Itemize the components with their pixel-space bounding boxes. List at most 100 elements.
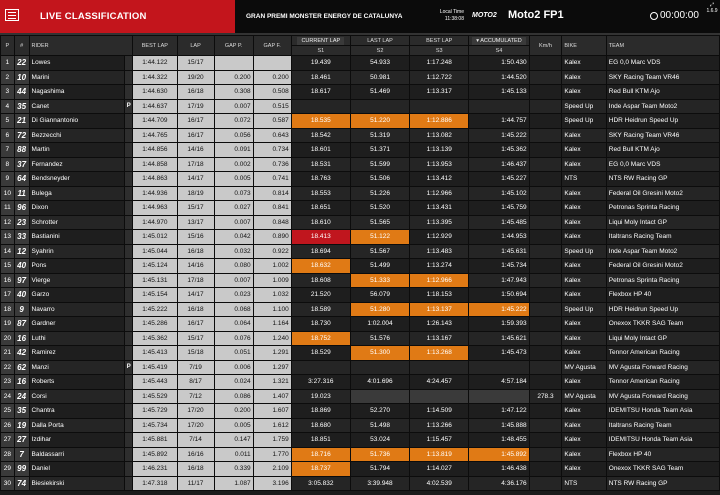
cell-lap-count: 18/19 (176, 185, 215, 201)
cell-best-lap: 1:44.858 (132, 156, 178, 172)
table-row[interactable]: 4 35 Canet P 1:44.637 17/19 0.007 0.515 Speed Up… (0, 98, 720, 114)
cell-lap-count: 7/14 (176, 432, 215, 448)
tab-best-lap[interactable]: BEST LAP (409, 35, 470, 46)
cell-bike: Kalex (561, 330, 607, 346)
cell-gap-previous: 0.007 (213, 214, 254, 230)
cell-gap-first: 1.291 (252, 345, 292, 361)
cell-speed (528, 214, 563, 230)
cell-sector-4: 1:45.222 (468, 127, 530, 143)
table-row[interactable]: 9 64 Bendsneyder 1:44.863 14/17 0.005 0.741 18.… (0, 171, 720, 187)
cell-gap-first: 1.770 (252, 446, 292, 462)
table-row[interactable]: 30 74 Biesiekirski 1:47.318 11/17 1.087 3.196 3… (0, 475, 720, 491)
table-row[interactable]: 22 62 Manzi P 1:45.419 7/19 0.006 1.297 MV Agust… (0, 359, 720, 375)
table-row[interactable]: 19 87 Gardner 1:45.286 16/17 0.064 1.164 18.730… (0, 316, 720, 332)
cell-sector-3: 1:12.886 (409, 113, 470, 129)
cell-speed (528, 345, 563, 361)
cell-team: Red Bull KTM Ajo (605, 142, 720, 158)
tab-last-lap[interactable]: LAST LAP (349, 35, 411, 46)
cell-pit-flag (123, 388, 134, 404)
cell-sector-3: 1:13.274 (409, 258, 470, 274)
table-row[interactable]: 5 21 Di Giannantonio 1:44.709 16/17 0.072 0.58… (0, 113, 720, 129)
cell-lap-count: 16/18 (176, 243, 215, 259)
cell-gap-first: 1.297 (252, 359, 292, 375)
table-row[interactable]: 10 11 Bulega 1:44.936 18/19 0.073 0.814 18.553 5… (0, 185, 720, 201)
cell-rider-name: Navarro (28, 301, 125, 317)
table-row[interactable]: 18 9 Navarro 1:45.222 16/18 0.068 1.100 18.589 5… (0, 301, 720, 317)
cell-bike: Kalex (561, 127, 607, 143)
cell-rider-name: Canet (28, 98, 125, 114)
table-row[interactable]: 11 96 Dixon 1:44.963 15/17 0.027 0.841 18.651 51… (0, 200, 720, 216)
cell-gap-previous: 0.007 (213, 272, 254, 288)
cell-rider-number: 16 (13, 330, 30, 346)
cell-best-lap: 1:45.413 (132, 345, 178, 361)
cell-sector-2: 51.333 (349, 272, 411, 288)
accumulated-select[interactable]: ▾ ACCUMULATED (468, 35, 530, 46)
cell-lap-count: 17/20 (176, 403, 215, 419)
cell-sector-3: 1:12.966 (409, 185, 470, 201)
cell-best-lap: 1:45.012 (132, 229, 178, 245)
table-row[interactable]: 16 97 Vierge 1:45.131 17/18 0.007 1.009 18.608 5… (0, 272, 720, 288)
table-row[interactable]: 27 27 Izdihar 1:45.881 7/14 0.147 1.759 18.851 5… (0, 432, 720, 448)
cell-gap-previous: 0.200 (213, 69, 254, 85)
cell-pit-flag (123, 403, 134, 419)
cell-lap-count: 16/17 (176, 316, 215, 332)
cell-gap-first: 1.240 (252, 330, 292, 346)
table-row[interactable]: 1 22 Lowes 1:44.122 15/17 19.439 54.933 1:17.24… (0, 55, 720, 71)
menu-icon[interactable] (5, 9, 19, 21)
table-row[interactable]: 29 99 Daniel 1:46.231 16/18 0.339 2.109 18.737 5… (0, 461, 720, 477)
table-row[interactable]: 13 33 Bastianini 1:45.012 15/16 0.042 0.890 18.… (0, 229, 720, 245)
table-row[interactable]: 25 35 Chantra 1:45.729 17/20 0.200 1.607 18.869… (0, 403, 720, 419)
cell-pit-flag (123, 229, 134, 245)
cell-speed (528, 475, 563, 491)
cell-lap-count: 15/17 (176, 330, 215, 346)
table-row[interactable]: 26 19 Dalla Porta 1:45.734 17/20 0.005 1.612 18… (0, 417, 720, 433)
cell-sector-1: 18.694 (290, 243, 351, 259)
cell-lap-count: 19/20 (176, 69, 215, 85)
table-row[interactable]: 28 7 Baldassarri 1:45.892 16/16 0.011 1.770 18.… (0, 446, 720, 462)
cell-lap-count: 16/16 (176, 446, 215, 462)
cell-rider-number: 19 (13, 417, 30, 433)
cell-gap-previous: 0.068 (213, 301, 254, 317)
cell-team: Onexox TKKR SAG Team (605, 316, 720, 332)
table-row[interactable]: 15 40 Pons 1:45.124 14/16 0.080 1.002 18.632 51.… (0, 258, 720, 274)
tab-current-lap[interactable]: CURRENT LAP (290, 35, 351, 46)
cell-position: 30 (0, 475, 15, 491)
version-badge[interactable]: ⤢ 1.6.9 (704, 2, 720, 14)
table-row[interactable]: 7 88 Martin 1:44.856 14/16 0.091 0.734 18.601 51… (0, 142, 720, 158)
table-row[interactable]: 2 10 Marini 1:44.322 19/20 0.200 0.200 18.461 50… (0, 69, 720, 85)
accumulated-dropdown[interactable]: ▾ ACCUMULATED (472, 36, 526, 45)
cell-rider-name: Biesiekirski (28, 475, 125, 491)
cell-sector-3 (409, 388, 470, 404)
cell-speed (528, 55, 563, 71)
cell-pit-flag (123, 113, 134, 129)
cell-bike: Kalex (561, 417, 607, 433)
table-row[interactable]: 21 42 Ramirez 1:45.413 15/18 0.051 1.291 18.529… (0, 345, 720, 361)
table-row[interactable]: 14 12 Syahrin 1:45.044 16/18 0.032 0.922 18.694… (0, 243, 720, 259)
cell-sector-1: 3:27.316 (290, 374, 351, 390)
table-row[interactable]: 6 72 Bezzecchi 1:44.765 16/17 0.056 0.643 18.54… (0, 127, 720, 143)
table-row[interactable]: 23 16 Roberts 1:45.443 8/17 0.024 1.321 3:27.31… (0, 374, 720, 390)
cell-sector-4 (468, 98, 530, 114)
version-label: 1.6.9 (706, 8, 718, 14)
table-row[interactable]: 12 23 Schrotter 1:44.970 13/17 0.007 0.848 18.6… (0, 214, 720, 230)
cell-pit-flag (123, 301, 134, 317)
cell-rider-name: Bendsneyder (28, 171, 125, 187)
table-row[interactable]: 8 37 Fernandez 1:44.858 17/18 0.002 0.736 18.53… (0, 156, 720, 172)
cell-sector-1: 18.737 (290, 461, 351, 477)
table-row[interactable]: 20 16 Luthi 1:45.362 15/17 0.076 1.240 18.752 51… (0, 330, 720, 346)
cell-gap-first: 0.643 (252, 127, 292, 143)
cell-team: Tennor American Racing (605, 345, 720, 361)
cell-rider-number: 27 (13, 432, 30, 448)
cell-gap-previous: 0.007 (213, 98, 254, 114)
table-row[interactable]: 17 40 Garzo 1:45.154 14/17 0.023 1.032 21.520 56… (0, 287, 720, 303)
cell-gap-previous: 0.339 (213, 461, 254, 477)
table-row[interactable]: 24 24 Corsi 1:45.529 7/12 0.086 1.407 19.023 278… (0, 388, 720, 404)
cell-position: 19 (0, 316, 15, 332)
cell-lap-count: 15/17 (176, 55, 215, 71)
cell-sector-3: 1:13.268 (409, 345, 470, 361)
cell-best-lap: 1:45.124 (132, 258, 178, 274)
col-s1: S1 (290, 45, 351, 56)
cell-rider-name: Di Giannantonio (28, 113, 125, 129)
cell-team: Federal Oil Gresini Moto2 (605, 258, 720, 274)
table-row[interactable]: 3 44 Nagashima 1:44.630 16/18 0.308 0.508 18.61… (0, 84, 720, 100)
